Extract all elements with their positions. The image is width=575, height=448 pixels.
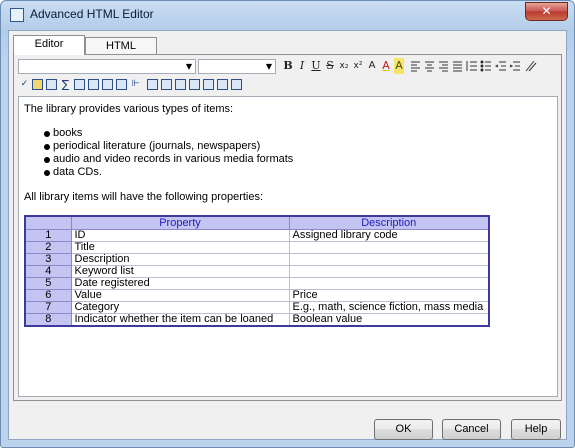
title-bar[interactable]: Advanced HTML Editor ✕ [1,1,574,29]
font-family-select[interactable]: ▼ [18,59,196,74]
property-cell: Keyword list [70,265,290,278]
align-left-icon[interactable] [411,61,420,72]
table-row: 1 ID Assigned library code [24,229,490,242]
description-cell: Boolean value [288,313,490,327]
close-icon: ✕ [541,4,552,18]
list-item: data CDs. [44,166,552,179]
editor-area[interactable]: The library provides various types of it… [18,96,558,397]
property-cell: Title [70,241,290,254]
insert-row-icon[interactable] [88,79,99,90]
underline-icon[interactable]: U [310,58,322,74]
description-cell [288,277,490,290]
list-item: books [44,127,552,140]
list-item: audio and video records in various media… [44,153,552,166]
justify-icon[interactable] [453,61,462,72]
editor-panel: ▼ ▼ B I U S x₂ x² A A A ✓ ∑ ⊩ The librar… [13,54,562,401]
description-cell: E.g., math, science fiction, mass media [288,301,490,314]
row-number: 4 [24,265,72,278]
intro-text: The library provides various types of it… [24,103,234,115]
row-number: 5 [24,277,72,290]
property-cell: Indicator whether the item can be loaned [70,313,290,327]
window-title: Advanced HTML Editor [30,7,154,21]
cell-properties-icon[interactable] [175,79,186,90]
select-table-icon[interactable] [231,79,242,90]
table-row: 2 Title [24,241,490,254]
description-cell [288,241,490,254]
chevron-down-icon: ▼ [185,62,192,71]
item-types-list: books periodical literature (journals, n… [24,127,552,179]
property-cell: ID [70,229,290,242]
italic-icon[interactable]: I [296,58,308,74]
tab-editor[interactable]: Editor [13,35,85,55]
strikethrough-icon[interactable]: S [324,58,336,74]
font-icon[interactable]: A [366,58,378,74]
row-number: 7 [24,301,72,314]
row-number: 8 [24,313,72,327]
insert-image-icon[interactable] [46,79,57,90]
insert-bookmark-icon[interactable] [32,79,43,90]
select-cell-icon[interactable] [217,79,228,90]
row-number: 2 [24,241,72,254]
dialog-window: Advanced HTML Editor ✕ Editor HTML sourc… [0,0,575,448]
ordered-list-icon[interactable] [466,61,477,71]
table-row: 5 Date registered [24,277,490,290]
property-cell: Value [70,289,290,302]
column-header-description: Description [288,215,490,230]
table-row: 8 Indicator whether the item can be loan… [24,313,490,327]
font-color-icon[interactable]: A [380,58,392,74]
insert-symbol-icon[interactable]: ∑ [60,79,71,90]
close-button[interactable]: ✕ [525,2,568,21]
table-row: 4 Keyword list [24,265,490,278]
outdent-icon[interactable] [494,61,506,71]
highlight-icon[interactable]: A [394,58,404,74]
description-cell [288,253,490,266]
properties-table: Property Description 1 ID Assigned libra… [24,215,490,327]
split-cells-icon[interactable] [161,79,172,90]
list-item: periodical literature (journals, newspap… [44,140,552,153]
column-header-property: Property [70,215,290,230]
unordered-list-icon[interactable] [480,60,491,72]
tab-html-source[interactable]: HTML source [85,37,157,68]
indent-icon[interactable] [509,61,520,71]
help-button[interactable]: Help [511,419,561,440]
bold-icon[interactable]: B [282,58,294,74]
description-cell [288,265,490,278]
delete-column-icon[interactable] [203,79,214,90]
ok-button[interactable]: OK [374,419,433,440]
paragraph-toolbar [411,60,537,72]
table-grid-icon[interactable] [189,79,200,90]
property-cell: Description [70,253,290,266]
insert-table-icon[interactable] [74,79,85,90]
description-cell: Price [288,289,490,302]
table-properties-icon[interactable]: ⊩ [130,79,141,90]
dialog-content: Editor HTML source ▼ ▼ B I U S x₂ x² A A… [8,30,567,440]
table-row: 6 Value Price [24,289,490,302]
insert-column-icon[interactable] [102,79,113,90]
outro-text: All library items will have the followin… [24,191,264,203]
align-right-icon[interactable] [439,61,448,72]
row-number: 6 [24,289,72,302]
property-cell: Date registered [70,277,290,290]
merge-cells-icon[interactable] [147,79,158,90]
delete-row-icon[interactable] [116,79,127,90]
chevron-down-icon: ▼ [265,62,272,71]
font-size-select[interactable]: ▼ [198,59,276,74]
cancel-button[interactable]: Cancel [442,419,501,440]
insert-link-icon[interactable]: ✓ [19,79,30,90]
table-row: 3 Description [24,253,490,266]
table-row: 7 Category E.g., math, science fiction, … [24,301,490,314]
align-center-icon[interactable] [425,61,434,72]
clear-format-icon[interactable] [525,60,537,72]
row-number: 3 [24,253,72,266]
superscript-icon[interactable]: x² [352,58,364,74]
column-header-number [24,215,72,230]
property-cell: Category [70,301,290,314]
app-icon [10,8,24,22]
row-number: 1 [24,229,72,242]
description-cell: Assigned library code [288,229,490,242]
subscript-icon[interactable]: x₂ [338,58,350,74]
